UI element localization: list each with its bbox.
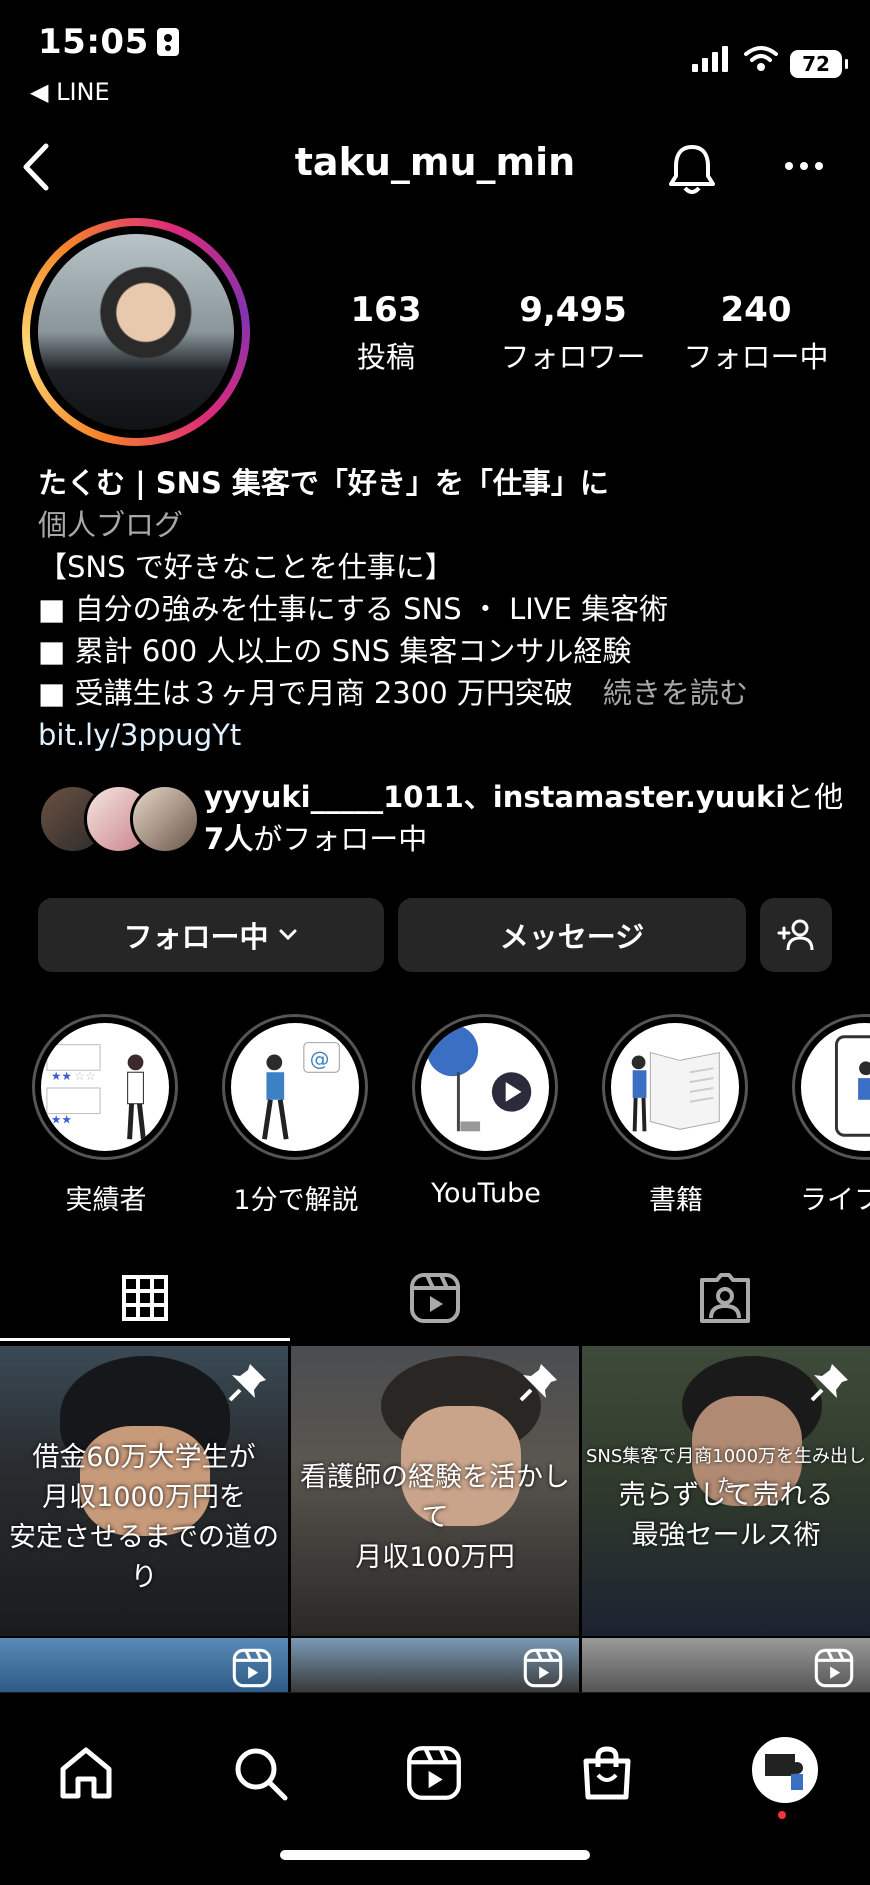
battery-indicator: 72 <box>790 50 848 78</box>
wifi-icon <box>744 46 778 71</box>
highlight-life[interactable]: ライフ <box>792 1014 870 1217</box>
svg-text:★★: ★★ <box>51 1112 72 1126</box>
person-badge-icon <box>156 28 179 56</box>
reels-icon <box>410 1273 460 1323</box>
add-person-icon <box>777 919 814 951</box>
avatar-photo <box>38 234 234 430</box>
highlight-cover <box>611 1023 739 1151</box>
svg-text:☆☆: ☆☆ <box>74 1069 95 1083</box>
home-icon[interactable] <box>58 1745 114 1801</box>
post-thumbnail[interactable] <box>582 1638 870 1692</box>
stat-following[interactable]: 240 フォロー中 <box>676 290 836 376</box>
reel-badge-icon <box>814 1648 854 1688</box>
more-options-icon[interactable] <box>784 158 824 174</box>
tab-tagged[interactable] <box>580 1262 870 1334</box>
tab-reels[interactable] <box>290 1262 580 1334</box>
status-time: 15:05 <box>38 22 179 62</box>
stat-posts[interactable]: 163 投稿 <box>336 290 436 376</box>
bio-text: 【SNS で好きなことを仕事に】 ■ 自分の強みを仕事にする SNS ・ LIV… <box>38 550 748 710</box>
add-user-button[interactable] <box>760 898 832 972</box>
bell-icon[interactable] <box>666 142 718 196</box>
highlight-cover: ★★ ☆☆ ★★ <box>41 1023 169 1151</box>
post-caption: 売らずして売れる 最強セールス術 <box>618 1480 834 1551</box>
mutual-followers-text[interactable]: yyyuki_____1011、instamaster.yuukiと他 7人がフ… <box>204 776 844 860</box>
highlight-explain[interactable]: @ 1分で解説 <box>222 1014 370 1217</box>
post-thumbnail[interactable]: 借金60万大学生が 月収1000万円を 安定させるまでの道のり <box>0 1346 288 1636</box>
post-caption: 借金60万大学生が 月収1000万円を 安定させるまでの道のり <box>9 1442 279 1593</box>
message-button[interactable]: メッセージ <box>398 898 746 972</box>
svg-text:@: @ <box>310 1047 330 1070</box>
following-button[interactable]: フォロー中 <box>38 898 384 972</box>
profile-category: 個人ブログ <box>38 508 184 542</box>
shop-bag-icon[interactable] <box>580 1745 634 1801</box>
profile-avatar-icon <box>765 1754 803 1790</box>
svg-text:★★: ★★ <box>51 1069 72 1083</box>
post-thumbnail[interactable] <box>291 1638 579 1692</box>
tab-posts-grid[interactable] <box>0 1262 290 1334</box>
post-caption: 看護師の経験を活かして 月収100万円 <box>300 1462 570 1573</box>
highlight-cover <box>801 1023 870 1151</box>
grid-icon <box>122 1275 168 1321</box>
highlight-results[interactable]: ★★ ☆☆ ★★ 実績者 <box>32 1014 180 1217</box>
chevron-down-icon <box>279 929 296 941</box>
tagged-icon <box>700 1273 750 1323</box>
active-tab-indicator <box>0 1338 290 1341</box>
post-thumbnail[interactable]: 看護師の経験を活かして 月収100万円 <box>291 1346 579 1636</box>
reels-nav-icon[interactable] <box>406 1745 462 1801</box>
highlight-books[interactable]: 書籍 <box>602 1014 750 1217</box>
read-more-link[interactable]: 続きを読む <box>603 676 748 710</box>
search-icon[interactable] <box>232 1745 290 1803</box>
home-indicator <box>280 1850 590 1860</box>
highlight-cover: @ <box>231 1023 359 1151</box>
notification-dot <box>778 1811 786 1819</box>
stat-followers[interactable]: 9,495 フォロワー <box>488 290 658 376</box>
back-to-app-link[interactable]: ◀ LINE <box>30 78 110 106</box>
post-thumbnail[interactable]: SNS集客で月商1000万を生み出した 売らずして売れる 最強セールス術 <box>582 1346 870 1636</box>
display-name: たくむ | SNS 集客で「好き」を「仕事」に <box>38 466 609 500</box>
signal-icon <box>692 46 728 72</box>
highlight-cover <box>421 1023 549 1151</box>
post-thumbnail[interactable] <box>0 1638 288 1692</box>
bio-link[interactable]: bit.ly/3ppugYt <box>38 714 241 756</box>
pin-icon <box>519 1364 557 1402</box>
highlight-youtube[interactable]: YouTube <box>412 1014 560 1209</box>
profile-nav-avatar[interactable] <box>752 1737 818 1803</box>
pin-icon <box>228 1364 266 1402</box>
profile-username: taku_mu_min <box>294 140 576 184</box>
pin-icon <box>810 1364 848 1402</box>
reel-badge-icon <box>523 1648 563 1688</box>
profile-avatar[interactable] <box>22 218 250 446</box>
reel-badge-icon <box>232 1648 272 1688</box>
mutual-avatar <box>130 784 200 854</box>
